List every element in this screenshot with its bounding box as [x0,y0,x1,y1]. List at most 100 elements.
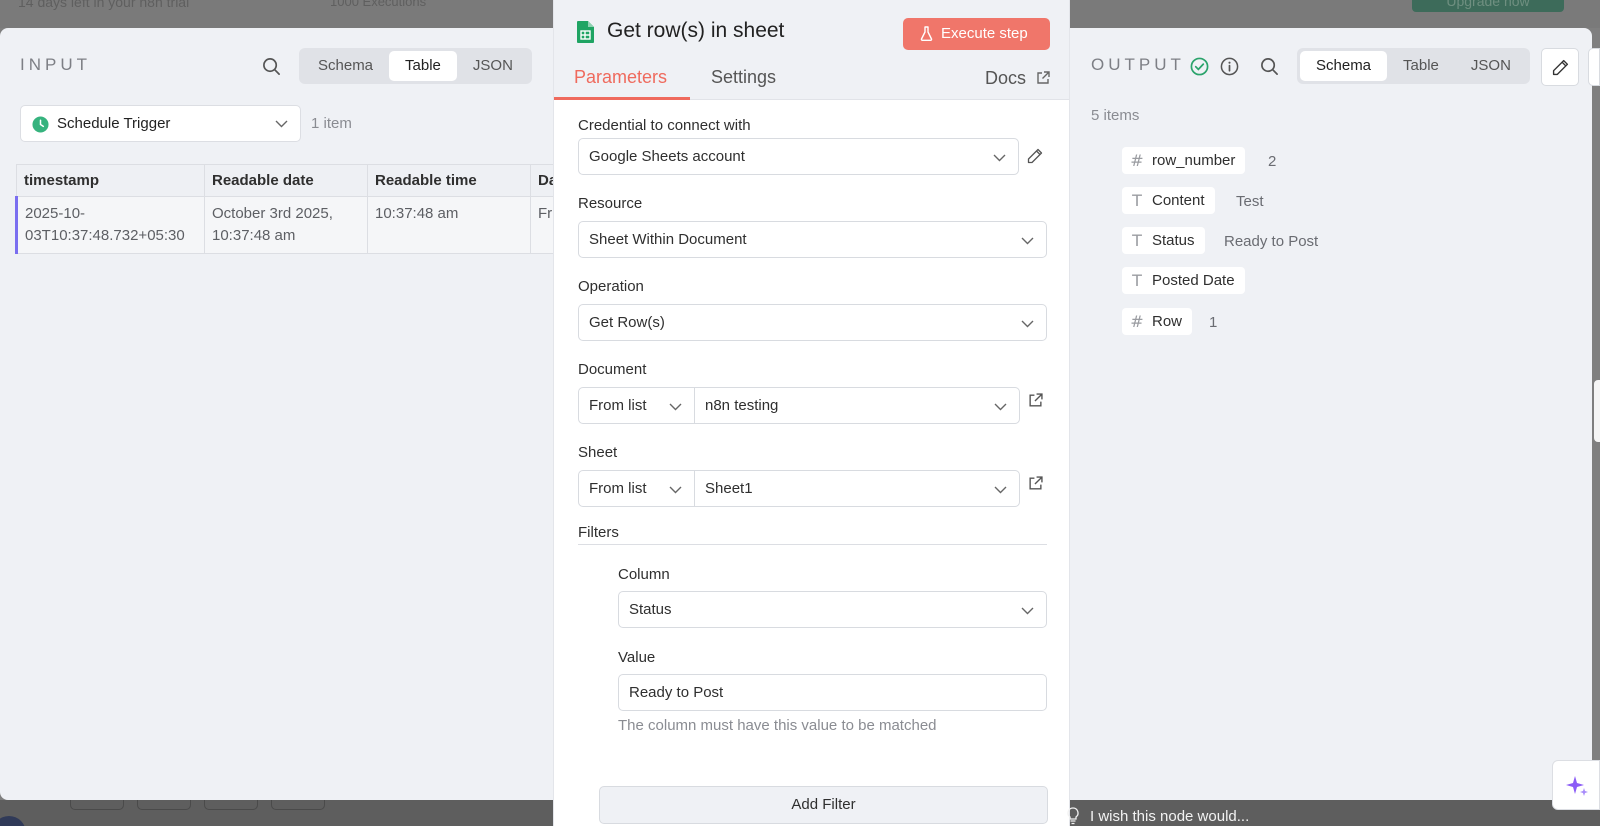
schema-field-value: Test [1236,193,1264,210]
schema-field[interactable]: # Row [1122,308,1193,335]
sheet-mode-value: From list [589,480,647,497]
resource-value: Sheet Within Document [589,231,747,248]
upgrade-button[interactable]: Upgrade now [1412,0,1564,12]
input-item-count: 1 item [311,115,352,132]
column-header[interactable]: Readable time [367,164,531,197]
number-type-icon: # [1130,151,1144,170]
credential-select[interactable]: Google Sheets account [578,138,1019,175]
credential-value: Google Sheets account [589,148,745,165]
document-select[interactable]: n8n testing [694,387,1020,424]
output-panel-title: OUTPUT [1091,55,1185,74]
chevron-down-icon [993,154,1006,162]
user-avatar[interactable] [0,816,26,826]
column-label: Column [618,566,670,583]
value-input[interactable]: Ready to Post [618,674,1047,711]
add-filter-button[interactable]: Add Filter [599,786,1048,824]
canvas-control [70,800,124,810]
node-title[interactable]: Get row(s) in sheet [607,19,784,43]
chevron-down-icon [1021,320,1034,328]
schema-field[interactable]: T Posted Date [1122,267,1245,294]
parameters-panel: Get row(s) in sheet Execute step Paramet… [553,0,1070,826]
text-type-icon: T [1132,231,1142,250]
table-cell: October 3rd 2025, 10:37:48 am [204,196,368,254]
input-view-switcher: Schema Table JSON [299,48,532,84]
feedback-prompt[interactable]: I wish this node would... [1067,807,1250,825]
canvas-control [204,800,258,810]
value-hint: The column must have this value to be ma… [618,717,937,734]
sheet-mode-select[interactable]: From list [578,470,695,507]
info-icon[interactable] [1220,57,1239,76]
chevron-down-icon [275,120,288,128]
input-node-label: Schedule Trigger [57,115,171,132]
column-header[interactable]: Readable date [204,164,368,197]
input-node-select[interactable]: Schedule Trigger [20,105,301,142]
external-link-icon[interactable] [1028,393,1043,408]
document-value: n8n testing [705,397,779,414]
chevron-down-icon [994,403,1007,411]
input-view-schema[interactable]: Schema [302,51,389,81]
pencil-icon [1552,59,1569,76]
clock-icon [32,116,49,133]
node-header: Get row(s) in sheet Execute step Paramet… [554,0,1069,100]
column-select[interactable]: Status [618,591,1047,628]
column-value: Status [629,601,672,618]
sheet-label: Sheet [578,444,618,461]
pencil-icon[interactable] [1027,148,1043,164]
ai-assistant-button[interactable] [1552,760,1600,810]
docs-link[interactable]: Docs [985,68,1050,89]
column-header[interactable]: timestamp [16,164,205,197]
chevron-down-icon [669,403,682,411]
schema-field[interactable]: T Content [1122,187,1215,214]
operation-value: Get Row(s) [589,314,665,331]
table-row: 2025-10-03T10:37:48.732+05:30 October 3r… [15,196,571,254]
schema-field[interactable]: # row_number [1122,147,1246,174]
chevron-down-icon [1021,237,1034,245]
sheet-select[interactable]: Sheet1 [694,470,1020,507]
right-drag-handle[interactable] [1594,380,1600,442]
output-view-json[interactable]: JSON [1455,51,1527,81]
active-tab-indicator [554,97,690,100]
chevron-down-icon [1021,607,1034,615]
execute-step-button[interactable]: Execute step [903,18,1050,50]
schema-field-value: 2 [1268,153,1277,170]
schema-field-value: Ready to Post [1224,233,1319,250]
tab-settings[interactable]: Settings [711,67,776,88]
output-view-switcher: Schema Table JSON [1297,48,1530,84]
resource-label: Resource [578,195,643,212]
text-type-icon: T [1132,191,1142,210]
panel-edge-button[interactable] [1588,48,1600,86]
credential-label: Credential to connect with [578,117,751,134]
document-mode-select[interactable]: From list [578,387,695,424]
number-type-icon: # [1130,312,1144,331]
document-label: Document [578,361,647,378]
executions-count: 1000 Executions [330,0,427,9]
text-type-icon: T [1132,271,1142,290]
schema-field[interactable]: T Status [1122,227,1205,254]
output-view-table[interactable]: Table [1387,51,1455,81]
output-view-schema[interactable]: Schema [1300,51,1388,81]
resource-select[interactable]: Sheet Within Document [578,221,1047,258]
input-view-table[interactable]: Table [389,51,457,81]
input-table: timestamp Readable date Readable time Da… [15,164,571,254]
operation-label: Operation [578,278,644,295]
table-cell: 10:37:48 am [367,196,531,254]
docs-label: Docs [985,68,1027,88]
schema-field-value: 1 [1209,314,1218,331]
search-icon[interactable] [262,57,281,76]
trial-notice: 14 days left in your n8n trial [18,0,190,10]
external-link-icon[interactable] [1028,476,1043,491]
input-view-json[interactable]: JSON [457,51,529,81]
tab-parameters[interactable]: Parameters [574,67,667,88]
feedback-text: I wish this node would... [1090,808,1250,825]
flask-icon [920,26,933,41]
search-icon[interactable] [1260,57,1279,76]
table-cell: 2025-10-03T10:37:48.732+05:30 [15,196,205,254]
schema-field-name: Row [1152,313,1183,330]
google-sheets-icon [577,21,594,43]
edit-output-button[interactable] [1541,48,1579,86]
filters-divider [578,544,1047,545]
value-input-text: Ready to Post [629,684,724,701]
table-header-row: timestamp Readable date Readable time Da [16,164,571,197]
operation-select[interactable]: Get Row(s) [578,304,1047,341]
schema-field-name: Status [1152,232,1195,249]
